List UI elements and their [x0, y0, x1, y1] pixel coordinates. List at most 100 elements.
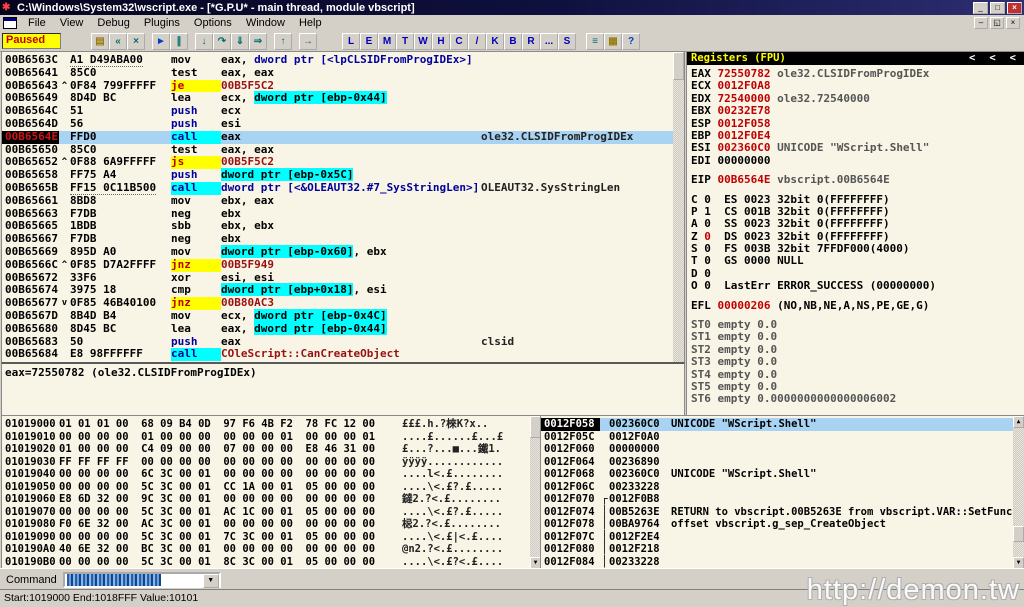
dump-row[interactable]: 01019080F0 6E 32 00 AC 3C 00 01 00 00 00… — [2, 518, 541, 531]
register-line[interactable]: O 0 LastErr ERROR_SUCCESS (00000000) — [691, 280, 1024, 292]
dump-row[interactable]: 010190A040 6E 32 00 BC 3C 00 01 00 00 00… — [2, 543, 541, 556]
title-bar: ✱ C:\Windows\System32\wscript.exe - [*G.… — [0, 0, 1024, 15]
animate-into-button[interactable]: ⇓ — [231, 33, 249, 50]
register-segment: 00B6564E — [718, 173, 771, 186]
window-button-h[interactable]: H — [432, 33, 450, 50]
collapse-arrow-icon[interactable]: < — [989, 52, 995, 65]
child-minimize-button[interactable]: – — [974, 17, 988, 29]
stack-row[interactable]: 0012F078│00BA9764offset vbscript.g_sep_C… — [541, 518, 1024, 531]
step-over-button[interactable]: ↷ — [213, 33, 231, 50]
stack-row[interactable]: 0012F068002360C0UNICODE "WScript.Shell" — [541, 468, 1024, 481]
close-process-button[interactable]: × — [127, 33, 145, 50]
pause-button[interactable]: ∥ — [170, 33, 188, 50]
stack-row[interactable]: 0012F05C0012F0A0 — [541, 431, 1024, 444]
maximize-button[interactable]: □ — [990, 2, 1005, 14]
stack-row[interactable]: 0012F07C│0012F2E4 — [541, 531, 1024, 544]
dump-row[interactable]: 01019030FF FF FF FF 00 00 00 00 00 00 00… — [2, 456, 541, 469]
restart-button[interactable]: « — [109, 33, 127, 50]
disasm-row[interactable]: 00B656651BDBsbbebx, ebx — [2, 220, 684, 233]
dump-row[interactable]: 0101901000 00 00 00 01 00 00 00 00 00 00… — [2, 431, 541, 444]
stack-row[interactable]: 0012F06000000000 — [541, 443, 1024, 456]
menu-item-options[interactable]: Options — [187, 16, 239, 30]
dump-row[interactable]: 0101905000 00 00 00 5C 3C 00 01 CC 1A 00… — [2, 481, 541, 494]
stack-row[interactable]: 0012F074│00B5263ERETURN to vbscript.00B5… — [541, 506, 1024, 519]
register-line[interactable]: ST6 empty 0.0000000000000006002 — [691, 393, 1024, 405]
menu-item-window[interactable]: Window — [239, 16, 292, 30]
window-button-patches[interactable]: / — [468, 33, 486, 50]
dump-row[interactable]: 0101904000 00 00 00 6C 3C 00 01 00 00 00… — [2, 468, 541, 481]
animate-over-button[interactable]: ⇒ — [249, 33, 267, 50]
goto-address-button[interactable]: → — [299, 33, 317, 50]
stack-row[interactable]: 0012F058002360C0UNICODE "WScript.Shell" — [541, 418, 1024, 431]
register-line[interactable]: EDI 00000000 — [691, 155, 1024, 167]
disasm-mnemonic: push — [171, 118, 221, 131]
command-input[interactable]: ▼ — [63, 572, 221, 588]
disasm-row[interactable]: 00B6564D56pushesi — [2, 118, 684, 131]
execute-till-return-button[interactable]: ↑ — [274, 33, 292, 50]
window-button-s[interactable]: S — [558, 33, 576, 50]
open-button[interactable]: ▤ — [91, 33, 109, 50]
operand-segment: 00B5F949 — [221, 258, 274, 271]
window-button-m[interactable]: M — [378, 33, 396, 50]
scroll-up-icon[interactable]: ▲ — [1013, 416, 1024, 428]
stack-row[interactable]: 0012F06400236890 — [541, 456, 1024, 469]
help-button[interactable]: ? — [622, 33, 640, 50]
menu-item-debug[interactable]: Debug — [90, 16, 136, 30]
window-button-k[interactable]: K — [486, 33, 504, 50]
child-restore-button[interactable]: ◱ — [990, 17, 1004, 29]
scrollbar-thumb[interactable] — [1013, 526, 1024, 542]
disasm-row[interactable]: 00B65684E8 98FFFFFFcallCOleScript::CanCr… — [2, 348, 684, 361]
dump-row[interactable]: 0101909000 00 00 00 5C 3C 00 01 7C 3C 00… — [2, 531, 541, 544]
window-button-e[interactable]: E — [360, 33, 378, 50]
menu-item-help[interactable]: Help — [292, 16, 329, 30]
disasm-bytes-text: 8D45 BC — [70, 322, 116, 335]
stack-row[interactable]: 0012F084│00233228 — [541, 556, 1024, 569]
scrollbar-thumb[interactable] — [673, 52, 684, 80]
stack-row[interactable]: 0012F080│0012F218 — [541, 543, 1024, 556]
disasm-row[interactable]: 00B656808D45 BCleaeax, dword ptr [ebp-0x… — [2, 323, 684, 336]
dump-row[interactable]: 01019060E8 6D 32 00 9C 3C 00 01 00 00 00… — [2, 493, 541, 506]
options-button[interactable]: ≡ — [586, 33, 604, 50]
dump-row[interactable]: 0101900001 01 01 00 68 09 B4 0D 97 F6 4B… — [2, 418, 541, 431]
disasm-row[interactable]: 00B65663F7DBnegebx — [2, 208, 684, 221]
close-button[interactable]: × — [1007, 2, 1022, 14]
register-line[interactable]: T 0 GS 0000 NULL — [691, 255, 1024, 267]
disasm-row[interactable]: 00B6565BFF15 0C11B500calldword ptr [<&OL… — [2, 182, 684, 195]
collapse-arrow-icon[interactable]: < — [969, 52, 975, 65]
window-button-b[interactable]: B — [504, 33, 522, 50]
run-button[interactable]: ► — [152, 33, 170, 50]
disasm-row[interactable]: 00B6563CA1 D49ABA00moveax, dword ptr [<l… — [2, 54, 684, 67]
window-button-t[interactable]: T — [396, 33, 414, 50]
window-button-l[interactable]: L — [342, 33, 360, 50]
disasm-row[interactable]: 00B656498D4D BCleaecx, dword ptr [ebp-0x… — [2, 92, 684, 105]
window-button-c[interactable]: C — [450, 33, 468, 50]
child-close-button[interactable]: × — [1006, 17, 1020, 29]
collapse-arrow-icon[interactable]: < — [1010, 52, 1016, 65]
disasm-row[interactable]: 00B656618BD8movebx, eax — [2, 195, 684, 208]
chevron-down-icon[interactable]: ▼ — [203, 574, 219, 588]
dump-row[interactable]: 0101907000 00 00 00 5C 3C 00 01 AC 1C 00… — [2, 506, 541, 519]
window-button-r[interactable]: R — [522, 33, 540, 50]
disassembly-scrollbar[interactable] — [673, 52, 684, 363]
windows-button[interactable]: ▦ — [604, 33, 622, 50]
register-line[interactable]: EIP 00B6564E vbscript.00B6564E — [691, 174, 1024, 186]
menu-item-plugins[interactable]: Plugins — [137, 16, 187, 30]
dump-row[interactable]: 010190B000 00 00 00 5C 3C 00 01 8C 3C 00… — [2, 556, 541, 569]
stack-scrollbar[interactable]: ▲ ▼ — [1013, 416, 1024, 569]
window-button-runtrace[interactable]: ... — [540, 33, 558, 50]
register-line[interactable]: EFL 00000206 (NO,NB,NE,A,NS,PE,GE,G) — [691, 300, 1024, 312]
window-button-w[interactable]: W — [414, 33, 432, 50]
disasm-row[interactable]: 00B6564EFFD0calleaxole32.CLSIDFromProgID… — [2, 131, 684, 144]
stack-row[interactable]: 0012F06C00233228 — [541, 481, 1024, 494]
disasm-bytes-text: 3975 18 — [70, 283, 116, 296]
disasm-row[interactable]: 00B6564C51pushecx — [2, 105, 684, 118]
step-into-button[interactable]: ↓ — [195, 33, 213, 50]
help-icon: ? — [628, 36, 634, 47]
disasm-row[interactable]: 00B6566C^0F85 D7A2FFFFjnz00B5F949 — [2, 259, 684, 272]
menu-item-view[interactable]: View — [53, 16, 91, 30]
minimize-button[interactable]: _ — [973, 2, 988, 14]
menu-item-file[interactable]: File — [21, 16, 53, 30]
stack-row[interactable]: 0012F070┌0012F0B8 — [541, 493, 1024, 506]
stack-value: 0012F0B8 — [609, 493, 663, 506]
dump-row[interactable]: 0101902001 00 00 00 C4 09 00 00 07 00 00… — [2, 443, 541, 456]
